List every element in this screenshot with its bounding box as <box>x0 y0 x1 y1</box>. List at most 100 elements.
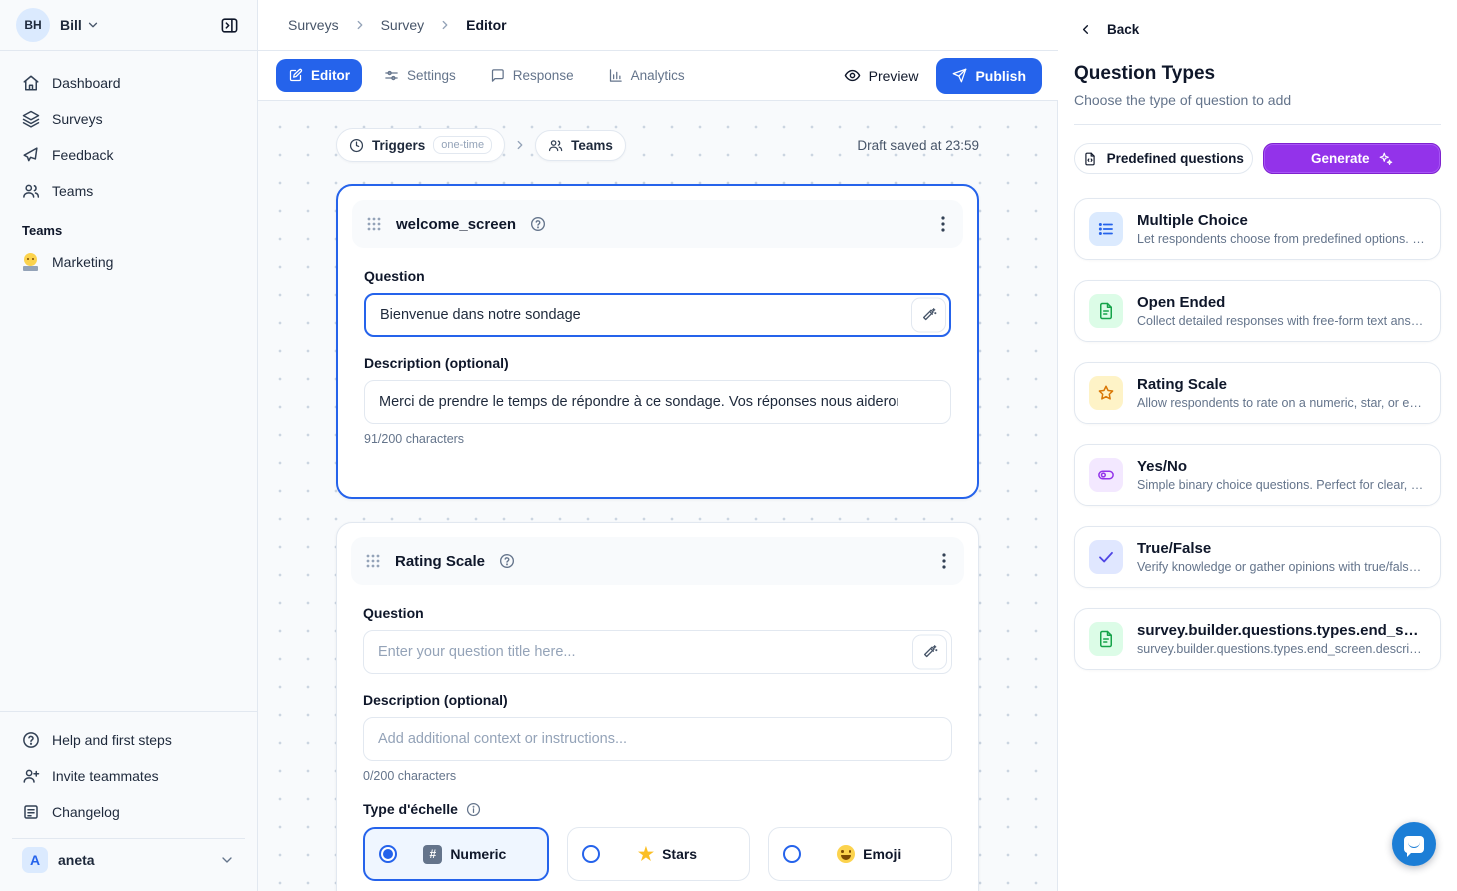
workspace-name: Bill <box>60 17 82 33</box>
sidebar-item-teams[interactable]: Teams <box>12 173 245 209</box>
main-area: Surveys Survey Editor Editor Settings R <box>258 0 1058 891</box>
star-icon <box>1089 376 1123 410</box>
question-type-end-screen[interactable]: survey.builder.questions.types.end_scr..… <box>1074 608 1441 670</box>
rating-scale-card[interactable]: Rating Scale Question <box>336 522 979 891</box>
breadcrumb: Surveys Survey Editor <box>258 0 1058 51</box>
drag-handle-icon[interactable] <box>365 553 381 569</box>
document-icon <box>1089 622 1123 656</box>
radio-icon[interactable] <box>783 845 801 863</box>
account-menu[interactable]: A aneta <box>12 838 245 881</box>
scale-option-stars[interactable]: ★ Stars <box>567 827 751 881</box>
sidebar-item-surveys[interactable]: Surveys <box>12 101 245 137</box>
scale-type-label-text: Type d'échelle <box>363 801 458 817</box>
tab-settings[interactable]: Settings <box>372 59 468 92</box>
sidebar-team-label: Marketing <box>52 254 113 270</box>
chevron-down-icon <box>86 18 100 32</box>
publish-label: Publish <box>975 68 1026 84</box>
question-type-description: Let respondents choose from predefined o… <box>1137 232 1426 246</box>
sidebar-nav: Dashboard Surveys Feedback Teams Teams <box>0 51 257 280</box>
question-type-rating-scale[interactable]: Rating Scale Allow respondents to rate o… <box>1074 362 1441 424</box>
megaphone-icon <box>22 146 40 164</box>
toggle-icon <box>1089 458 1123 492</box>
sidebar-item-label: Teams <box>52 183 93 199</box>
workspace-switcher[interactable]: BH Bill <box>0 0 257 51</box>
publish-button[interactable]: Publish <box>936 58 1042 94</box>
predefined-questions-button[interactable]: Predefined questions <box>1074 143 1253 174</box>
sidebar-item-help[interactable]: Help and first steps <box>12 722 245 758</box>
bar-chart-icon <box>608 68 623 83</box>
question-type-true-false[interactable]: True/False Verify knowledge or gather op… <box>1074 526 1441 588</box>
question-description-input[interactable] <box>363 717 952 761</box>
check-icon <box>1089 540 1123 574</box>
clock-icon <box>349 138 364 153</box>
eye-icon <box>844 67 861 84</box>
question-types-panel: Back Question Types Choose the type of q… <box>1058 0 1457 891</box>
canvas-chips-row: Triggers one-time Teams Draft saved at 2… <box>336 128 979 162</box>
sidebar-item-dashboard[interactable]: Dashboard <box>12 65 245 101</box>
panel-title: Question Types <box>1074 63 1441 85</box>
technologist-emoji <box>22 253 40 271</box>
kebab-menu-icon[interactable] <box>937 212 949 236</box>
question-type-multiple-choice[interactable]: Multiple Choice Let respondents choose f… <box>1074 198 1441 260</box>
teams-chip-label: Teams <box>571 138 613 153</box>
tab-editor[interactable]: Editor <box>276 59 362 92</box>
radio-checked-icon[interactable] <box>379 845 397 863</box>
sidebar-item-label: Dashboard <box>52 75 121 91</box>
question-type-name: Yes/No <box>1137 458 1426 475</box>
preview-label: Preview <box>869 68 919 84</box>
breadcrumb-survey[interactable]: Survey <box>381 17 425 33</box>
drag-handle-icon[interactable] <box>366 216 382 232</box>
scale-type-options: # Numeric ★ Stars <box>363 827 952 881</box>
tab-label: Settings <box>407 68 456 83</box>
sidebar-teams-header: Teams <box>12 209 245 244</box>
question-type-yes-no[interactable]: Yes/No Simple binary choice questions. P… <box>1074 444 1441 506</box>
scale-option-emoji[interactable]: Emoji <box>768 827 952 881</box>
magic-wand-button[interactable] <box>911 298 946 333</box>
sidebar-item-changelog[interactable]: Changelog <box>12 794 245 830</box>
chevron-left-icon <box>1078 22 1093 37</box>
magic-wand-button[interactable] <box>912 635 947 670</box>
triggers-chip[interactable]: Triggers one-time <box>336 128 505 162</box>
generate-button[interactable]: Generate <box>1263 143 1442 174</box>
sidebar-item-feedback[interactable]: Feedback <box>12 137 245 173</box>
workspace-avatar: BH <box>16 8 50 42</box>
help-circle-icon <box>22 731 40 749</box>
kebab-menu-icon[interactable] <box>938 549 950 573</box>
welcome-card-header[interactable]: welcome_screen <box>352 200 963 248</box>
question-type-description: Verify knowledge or gather opinions with… <box>1137 560 1426 574</box>
question-type-description: Collect detailed responses with free-for… <box>1137 314 1426 328</box>
tab-response[interactable]: Response <box>478 59 586 92</box>
sidebar-collapse-button[interactable] <box>213 9 245 41</box>
help-circle-icon[interactable] <box>530 216 546 232</box>
question-description-input[interactable] <box>364 380 951 424</box>
sidebar-item-invite[interactable]: Invite teammates <box>12 758 245 794</box>
account-name: aneta <box>58 852 95 868</box>
breadcrumb-surveys[interactable]: Surveys <box>288 17 339 33</box>
info-icon[interactable] <box>466 802 481 817</box>
panel-subtitle: Choose the type of question to add <box>1074 92 1441 125</box>
welcome-screen-card[interactable]: welcome_screen Question <box>336 184 979 499</box>
question-label: Question <box>364 268 951 284</box>
tab-label: Analytics <box>631 68 685 83</box>
preview-button[interactable]: Preview <box>844 67 919 84</box>
help-circle-icon[interactable] <box>499 553 515 569</box>
back-button[interactable]: Back <box>1074 22 1441 37</box>
pencil-icon <box>288 68 303 83</box>
sidebar-team-marketing[interactable]: Marketing <box>12 244 245 280</box>
sidebar-item-label: Surveys <box>52 111 103 127</box>
scale-option-numeric[interactable]: # Numeric <box>363 827 549 881</box>
question-type-name: survey.builder.questions.types.end_scr..… <box>1137 622 1426 639</box>
radio-icon[interactable] <box>582 845 600 863</box>
file-code-icon <box>1083 152 1097 166</box>
sidebar-footer-nav: Help and first steps Invite teammates Ch… <box>0 711 257 830</box>
question-type-list: Multiple Choice Let respondents choose f… <box>1074 198 1441 670</box>
char-counter: 0/200 characters <box>363 769 952 783</box>
question-title-input[interactable] <box>363 630 952 674</box>
rating-card-header[interactable]: Rating Scale <box>351 537 964 585</box>
question-type-open-ended[interactable]: Open Ended Collect detailed responses wi… <box>1074 280 1441 342</box>
users-icon <box>22 182 40 200</box>
tab-analytics[interactable]: Analytics <box>596 59 697 92</box>
question-title-input[interactable] <box>364 293 951 337</box>
chat-launcher-button[interactable] <box>1392 822 1436 866</box>
teams-chip[interactable]: Teams <box>535 130 626 161</box>
